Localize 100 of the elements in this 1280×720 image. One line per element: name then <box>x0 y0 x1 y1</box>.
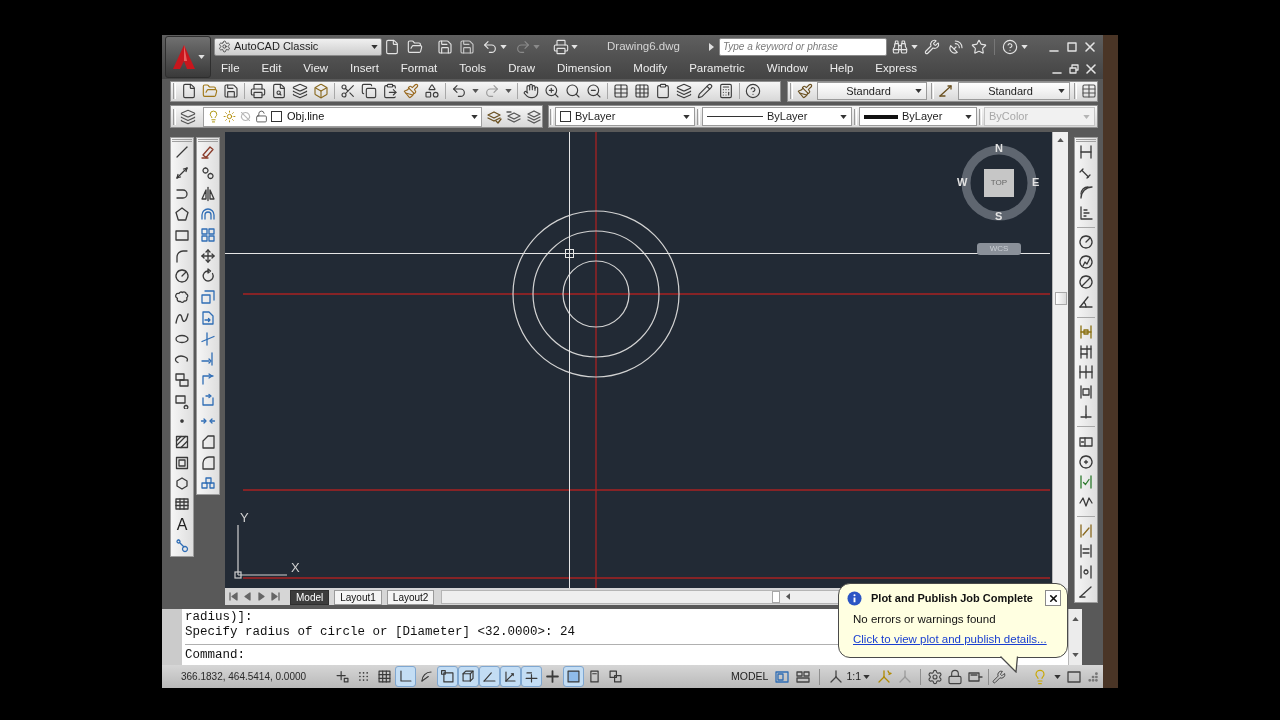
rectangle-icon[interactable] <box>174 227 190 244</box>
ordinate-dimension-icon[interactable] <box>1078 204 1094 221</box>
caret-icon[interactable] <box>863 674 870 679</box>
axis-arrows-icon[interactable] <box>501 667 520 686</box>
menu-item[interactable]: File <box>221 59 240 78</box>
caret-icon[interactable] <box>197 55 205 59</box>
scissors-icon[interactable] <box>340 83 356 99</box>
color-dropdown[interactable]: ByLayer <box>555 107 695 126</box>
menu-item[interactable]: Parametric <box>689 59 745 78</box>
binoculars-icon[interactable] <box>891 38 908 55</box>
scroll-thumb[interactable] <box>772 590 781 603</box>
cloud-icon[interactable] <box>174 289 190 306</box>
open-padlock-icon[interactable] <box>255 110 268 123</box>
gear-icon[interactable] <box>927 668 943 685</box>
close-button[interactable] <box>1045 590 1061 606</box>
undo-icon[interactable] <box>482 38 498 55</box>
radius-circle-icon[interactable] <box>1078 233 1094 250</box>
stacked-sheets-icon[interactable] <box>676 83 692 99</box>
printer-icon[interactable] <box>553 38 569 55</box>
menu-item[interactable]: Window <box>766 59 808 78</box>
caret-icon[interactable] <box>571 44 578 49</box>
open-folder-icon[interactable] <box>407 38 423 55</box>
perpendicular-icon[interactable] <box>1078 404 1094 421</box>
scroll-up-icon[interactable] <box>1057 138 1064 142</box>
dimension-style-dropdown[interactable]: Standard <box>958 82 1070 100</box>
chamfer-icon[interactable] <box>200 433 216 450</box>
left-arrow-icon[interactable] <box>242 591 253 602</box>
menu-item[interactable]: Edit <box>261 59 282 78</box>
close-icon[interactable] <box>1085 62 1097 75</box>
zoom-in-icon[interactable] <box>544 83 560 99</box>
page-magnifier-icon[interactable] <box>271 83 287 99</box>
clean-screen-icon[interactable] <box>1066 668 1082 685</box>
details-link[interactable]: Click to view plot and publish details... <box>853 632 1047 646</box>
right-triangle-arrow-icon[interactable] <box>708 42 714 51</box>
stretch-page-icon[interactable] <box>200 309 216 326</box>
menu-item[interactable]: Help <box>829 59 854 78</box>
stacked-squares-icon[interactable] <box>606 667 625 686</box>
nested-squares-icon[interactable] <box>174 454 190 471</box>
check-dimension-icon[interactable] <box>1078 473 1094 490</box>
linetype-dropdown[interactable]: ByLayer <box>702 107 852 126</box>
lineweight-dropdown[interactable]: ByLayer <box>859 107 977 126</box>
calculator-icon[interactable] <box>718 83 734 99</box>
connected-dots-icon[interactable] <box>174 537 190 554</box>
compass-label[interactable]: E <box>1032 177 1040 188</box>
model-space-button[interactable]: MODEL <box>731 671 769 682</box>
undo-icon[interactable] <box>451 83 467 99</box>
dimension-space-icon[interactable] <box>1078 384 1094 401</box>
diagonal-arrow-icon[interactable] <box>938 83 954 99</box>
menu-item[interactable]: Insert <box>350 59 379 78</box>
grid-squares-icon[interactable] <box>200 227 216 244</box>
fillet-icon[interactable] <box>200 454 216 471</box>
layout-tab[interactable]: Layout1 <box>334 590 382 605</box>
caret-icon[interactable] <box>471 114 478 119</box>
caret-icon[interactable] <box>915 89 922 93</box>
quick-view-icon[interactable] <box>795 668 812 685</box>
caret-icon[interactable] <box>840 114 847 119</box>
grid-icon[interactable] <box>634 83 650 99</box>
plus-with-bar-icon[interactable] <box>522 667 541 686</box>
last-arrow-icon[interactable] <box>270 591 281 602</box>
printer-icon[interactable] <box>250 83 266 99</box>
slash-dimension-icon[interactable] <box>1078 523 1094 540</box>
layout-tab[interactable]: Layout2 <box>386 590 435 605</box>
text-style-dropdown[interactable]: Standard <box>817 82 927 100</box>
circle-radius-icon[interactable] <box>174 268 190 285</box>
explode-blocks-icon[interactable] <box>200 475 216 492</box>
angle-dimension-icon[interactable] <box>1078 294 1094 311</box>
pentagon-icon[interactable] <box>174 206 190 223</box>
paintbrush-icon[interactable] <box>797 83 813 99</box>
caret-icon[interactable] <box>683 114 690 119</box>
shapes-icon[interactable] <box>424 83 440 99</box>
star-icon[interactable] <box>970 38 987 55</box>
sun-icon[interactable] <box>223 110 236 123</box>
filled-square-icon[interactable] <box>564 667 583 686</box>
cube-snap-icon[interactable] <box>459 667 478 686</box>
caret-icon[interactable] <box>1058 89 1065 93</box>
caret-icon[interactable] <box>472 89 479 93</box>
linear-dimension-icon[interactable] <box>1078 144 1094 161</box>
extend-line-icon[interactable] <box>200 351 216 368</box>
hand-icon[interactable] <box>523 83 539 99</box>
menu-item[interactable]: Tools <box>459 59 487 78</box>
compass-label[interactable]: S <box>995 211 1003 222</box>
restore-icon[interactable] <box>1068 62 1080 75</box>
first-arrow-icon[interactable] <box>228 591 239 602</box>
clipboard-icon[interactable] <box>655 83 671 99</box>
compass-label[interactable]: W <box>957 177 968 188</box>
command-scrollbar[interactable] <box>1068 609 1082 665</box>
quick-dimension-icon[interactable] <box>1078 323 1094 340</box>
grid-icon[interactable] <box>375 667 394 686</box>
caret-icon[interactable] <box>1020 44 1028 49</box>
hatch-icon[interactable] <box>174 433 190 450</box>
annotation-scale-button[interactable]: 1:1 <box>828 668 870 685</box>
caret-icon[interactable] <box>1054 674 1061 679</box>
jogged-radius-icon[interactable] <box>1078 254 1094 271</box>
layer-arrow-icon[interactable] <box>506 108 522 125</box>
arc-dimension-icon[interactable] <box>1078 184 1094 201</box>
eraser-icon[interactable] <box>200 144 216 161</box>
compass-label[interactable]: N <box>995 143 1003 154</box>
zoom-out-icon[interactable] <box>586 83 602 99</box>
double-arrow-line-icon[interactable] <box>174 165 190 182</box>
menu-item[interactable]: Draw <box>508 59 535 78</box>
